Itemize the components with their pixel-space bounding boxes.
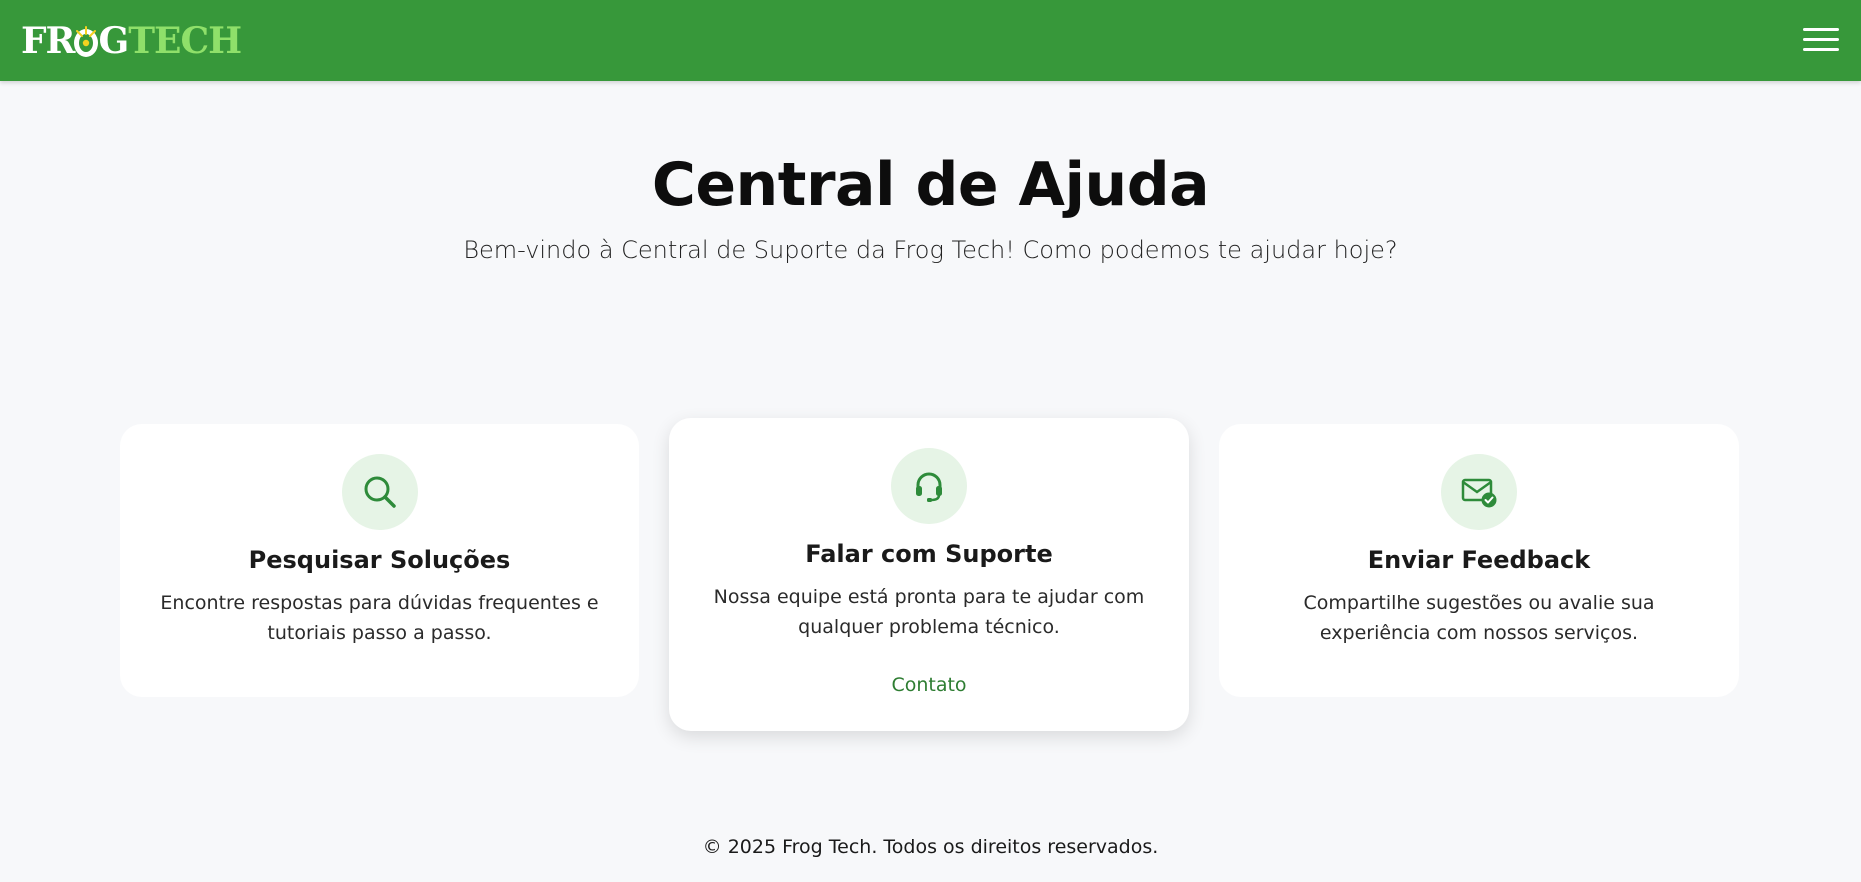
card-description: Nossa equipe está pronta para te ajudar …: [713, 586, 1145, 638]
menu-bar-bottom: [1803, 48, 1839, 51]
menu-bar-middle: [1803, 38, 1839, 41]
card-description: Compartilhe sugestões ou avalie sua expe…: [1303, 592, 1655, 644]
card-title: Falar com Suporte: [805, 540, 1053, 568]
card-title: Pesquisar Soluções: [248, 546, 511, 574]
page-title: Central de Ajuda: [651, 150, 1210, 220]
card-title: Enviar Feedback: [1367, 546, 1591, 574]
frogtech-logo[interactable]: FR G TECH: [21, 20, 242, 62]
logo-text-g: G: [98, 20, 129, 62]
logo-text-fr: FR: [21, 20, 75, 62]
contact-link[interactable]: Contato: [669, 674, 1189, 696]
card-contact-support[interactable]: Falar com Suporte Nossa equipe está pron…: [669, 418, 1189, 731]
menu-bar-top: [1803, 28, 1839, 31]
mail-check-icon: [1441, 454, 1517, 530]
card-description: Encontre respostas para dúvidas frequent…: [160, 592, 599, 644]
page-subtitle: Bem-vindo à Central de Suporte da Frog T…: [463, 236, 1398, 264]
card-send-feedback[interactable]: Enviar Feedback Compartilhe sugestões ou…: [1219, 424, 1739, 697]
footer-copyright: © 2025 Frog Tech. Todos os direitos rese…: [702, 836, 1159, 858]
logo-text-tech: TECH: [128, 20, 242, 62]
headset-icon: [891, 448, 967, 524]
hamburger-menu-icon[interactable]: [1801, 24, 1841, 56]
frog-logo-icon: [71, 23, 101, 59]
search-icon: [341, 454, 418, 530]
top-navbar: FR G TECH: [0, 0, 1861, 81]
card-search-solutions[interactable]: Pesquisar Soluções Encontre respostas pa…: [120, 424, 639, 697]
